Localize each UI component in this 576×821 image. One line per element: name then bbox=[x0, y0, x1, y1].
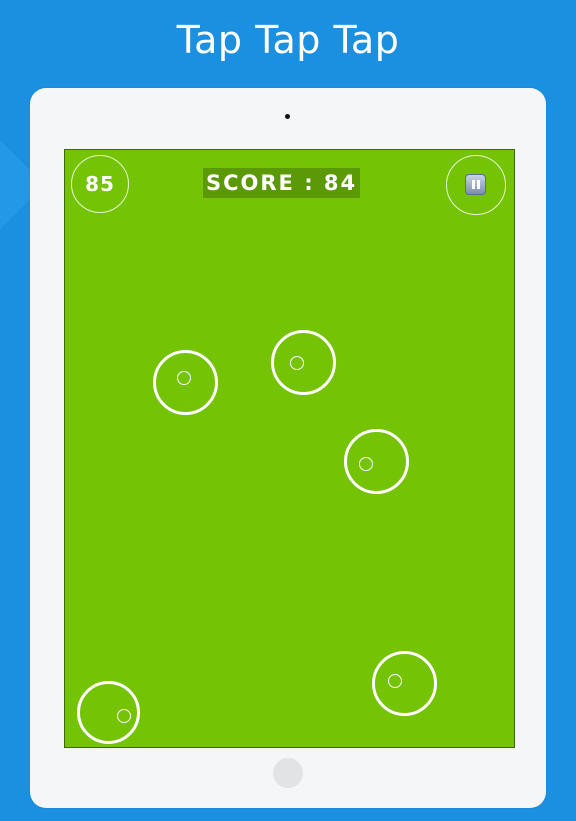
tablet-frame: 85 SCORE : 84 bbox=[30, 88, 546, 808]
round-counter: 85 bbox=[71, 155, 129, 213]
tap-target-circle[interactable] bbox=[344, 429, 409, 494]
tap-target-circle[interactable] bbox=[77, 681, 140, 744]
target-center-dot bbox=[290, 356, 304, 370]
camera-dot bbox=[285, 114, 290, 119]
target-center-dot bbox=[388, 674, 402, 688]
game-playfield[interactable]: 85 SCORE : 84 bbox=[64, 149, 515, 748]
pause-button[interactable] bbox=[446, 155, 506, 215]
pause-icon bbox=[465, 174, 486, 195]
target-center-dot bbox=[117, 709, 131, 723]
tap-target-circle[interactable] bbox=[372, 651, 437, 716]
target-center-dot bbox=[359, 457, 373, 471]
target-center-dot bbox=[177, 371, 191, 385]
score-display: SCORE : 84 bbox=[203, 168, 361, 198]
tap-target-circle[interactable] bbox=[153, 350, 218, 415]
home-button bbox=[273, 758, 303, 788]
tap-target-circle[interactable] bbox=[271, 330, 336, 395]
promo-headline: Tap Tap Tap bbox=[176, 18, 400, 62]
